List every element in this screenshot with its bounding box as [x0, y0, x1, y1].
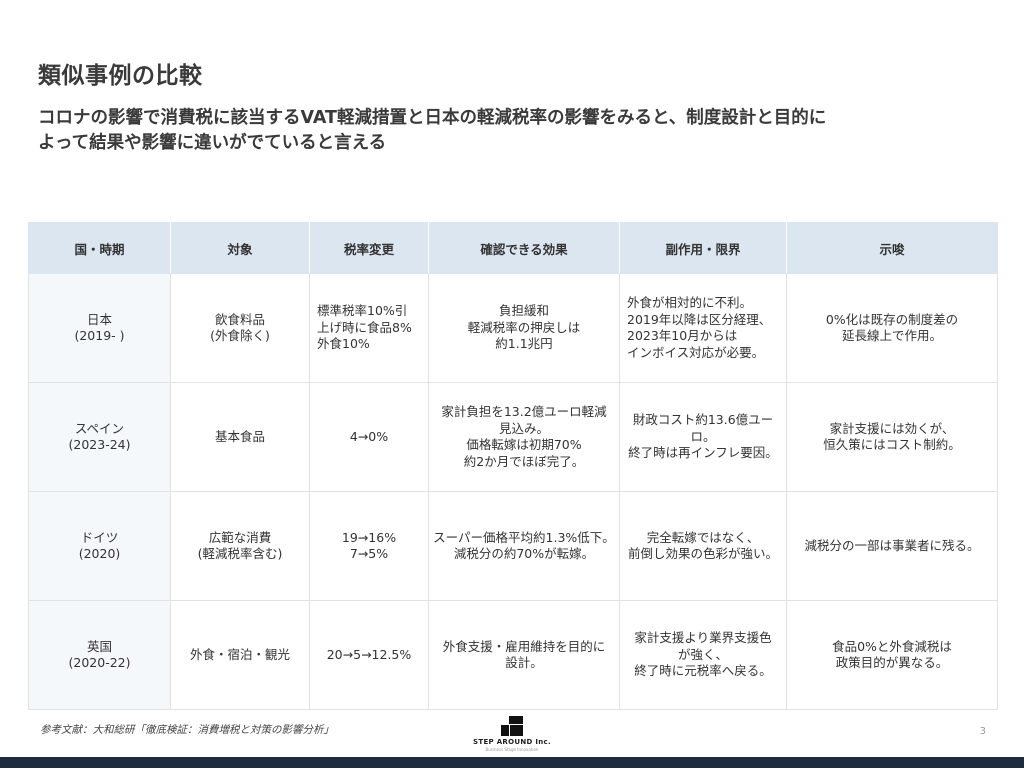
- cell-line: 2019年以降は区分経理、: [627, 311, 772, 327]
- column-header: 副作用・限界: [619, 222, 787, 274]
- table-row: 英国 (2020-22) 外食・宿泊・観光 20→5→12.5% 外食支援・雇用維持を目…: [28, 600, 998, 710]
- cell-line: 上げ時に食品8%: [317, 319, 412, 335]
- cell-line: 外食支援・雇用維持を目的に: [442, 638, 606, 654]
- cell-line: 減税分の約70%が転嫁。: [453, 546, 595, 561]
- cell-line: 設計。: [505, 655, 543, 670]
- logo-text: STEP AROUND Inc.: [473, 738, 551, 746]
- column-header: 示唆: [786, 222, 998, 274]
- cell-line: 標準税率10%引: [317, 303, 408, 319]
- cell-line: 約1.1兆円: [495, 336, 553, 352]
- cell-line: 家計支援には効くが、: [829, 420, 955, 436]
- cell-line: 19→16%: [341, 529, 397, 545]
- cell-line: 外食10%: [317, 336, 370, 352]
- cell-line: ドイツ: [80, 529, 119, 545]
- column-header: 対象: [170, 222, 310, 274]
- target-cell: 飲食料品 (外食除く): [170, 273, 310, 383]
- slide-subtitle: コロナの影響で消費税に該当するVAT軽減措置と日本の軽減税率の影響をみると、制度…: [38, 106, 988, 156]
- cell-line: スペイン: [74, 420, 125, 436]
- implication-cell: 食品0%と外食減税は 政策目的が異なる。: [786, 600, 998, 710]
- bottom-bar: [0, 757, 1024, 768]
- table-row: ドイツ (2020) 広範な消費 (軽減税率含む) 19→16% 7→5% スーパー価格平均…: [28, 491, 998, 601]
- implication-cell: 減税分の一部は事業者に残る。: [786, 491, 998, 601]
- cell-line: 外食・宿泊・観光: [189, 646, 290, 662]
- cell-line: 軽減税率の押戻しは: [467, 319, 581, 335]
- country-cell: 日本 (2019- ): [28, 273, 171, 383]
- cell-line: 家計支援より業界支援色: [634, 630, 772, 646]
- rate-cell: 19→16% 7→5%: [309, 491, 429, 601]
- cell-line: 20→5→12.5%: [326, 646, 412, 662]
- subtitle-line: コロナの影響で消費税に該当するVAT軽減措置と日本の軽減税率の影響をみると、制度…: [38, 108, 827, 128]
- column-header: 国・時期: [28, 222, 171, 274]
- cell-line: 前倒し効果の色彩が強い。: [627, 546, 778, 561]
- cell-line: 完全転嫁ではなく、: [646, 529, 760, 545]
- rate-cell: 標準税率10%引 上げ時に食品8% 外食10%: [309, 273, 429, 383]
- cell-line: 飲食料品: [214, 311, 265, 327]
- country-cell: 英国 (2020-22): [28, 600, 171, 710]
- target-cell: 外食・宿泊・観光: [170, 600, 310, 710]
- cell-line: (軽減税率含む): [197, 546, 283, 561]
- step-logo-icon: [501, 716, 523, 736]
- cell-line: (2023-24): [68, 437, 131, 452]
- cell-line: 見込み。: [498, 420, 549, 436]
- cell-line: 基本食品: [214, 428, 265, 444]
- column-header: 税率変更: [309, 222, 429, 274]
- side-effect-cell: 完全転嫁ではなく、 前倒し効果の色彩が強い。: [619, 491, 787, 601]
- cell-line: 財政コスト約13.6億ユーロ。: [632, 412, 774, 444]
- country-cell: ドイツ (2020): [28, 491, 171, 601]
- cell-line: 延長線上で作用。: [841, 328, 942, 343]
- cell-line: 7→5%: [349, 546, 389, 561]
- table-header-row: 国・時期 対象 税率変更 確認できる効果 副作用・限界 示唆: [28, 222, 998, 274]
- subtitle-line: よって結果や影響に違いがでていると言える: [38, 133, 387, 153]
- cell-line: が強く、: [677, 646, 728, 662]
- cell-line: 恒久策にはコスト制約。: [823, 437, 961, 452]
- cell-line: (2019- ): [74, 328, 125, 343]
- side-effect-cell: 外食が相対的に不利。 2019年以降は区分経理、 2023年10月からは インボイス対…: [619, 273, 787, 383]
- cell-line: インボイス対応が必要。: [627, 344, 765, 360]
- cell-line: (2020-22): [68, 655, 131, 670]
- cell-line: 終了時に元税率へ戻る。: [634, 663, 772, 679]
- target-cell: 広範な消費 (軽減税率含む): [170, 491, 310, 601]
- slide-title: 類似事例の比較: [38, 63, 203, 89]
- cell-line: 食品0%と外食減税は: [832, 638, 952, 654]
- effect-cell: 負担緩和 軽減税率の押戻しは 約1.1兆円: [428, 273, 620, 383]
- table-body: 日本 (2019- ) 飲食料品 (外食除く) 標準税率10%引 上げ時に食品8% 外食10…: [28, 273, 998, 710]
- logo-tagline: Business Stage Innovation: [485, 747, 539, 752]
- cell-line: 価格転嫁は初期70%: [466, 437, 582, 452]
- page-number: 3: [979, 726, 986, 737]
- cell-line: 政策目的が異なる。: [835, 655, 949, 670]
- country-cell: スペイン (2023-24): [28, 382, 171, 492]
- effect-cell: 外食支援・雇用維持を目的に 設計。: [428, 600, 620, 710]
- target-cell: 基本食品: [170, 382, 310, 492]
- side-effect-cell: 家計支援より業界支援色 が強く、 終了時に元税率へ戻る。: [619, 600, 787, 710]
- reference-note: 参考文献：大和総研「徹底検証：消費増税と対策の影響分析」: [40, 724, 334, 736]
- side-effect-cell: 財政コスト約13.6億ユーロ。 終了時は再インフレ要因。: [619, 382, 787, 492]
- cell-line: 広範な消費: [208, 529, 272, 545]
- implication-cell: 家計支援には効くが、 恒久策にはコスト制約。: [786, 382, 998, 492]
- cell-line: 2023年10月からは: [627, 328, 738, 343]
- cell-line: 家計負担を13.2億ユーロ軽減: [441, 404, 607, 419]
- company-logo: STEP AROUND Inc. Business Stage Innovati…: [470, 716, 554, 752]
- cell-line: (2020): [78, 546, 121, 561]
- effect-cell: 家計負担を13.2億ユーロ軽減 見込み。 価格転嫁は初期70% 約2か月でほぼ完了。: [428, 382, 620, 492]
- cell-line: 英国: [86, 638, 112, 654]
- cell-line: 負担緩和: [498, 303, 549, 319]
- cell-line: 4→0%: [349, 428, 389, 444]
- cell-line: 終了時は再インフレ要因。: [628, 445, 778, 461]
- effect-cell: スーパー価格平均約1.3%低下。 減税分の約70%が転嫁。: [428, 491, 620, 601]
- table-row: スペイン (2023-24) 基本食品 4→0% 家計負担を13.2億ユーロ軽減 見込み。…: [28, 382, 998, 492]
- cell-line: 減税分の一部は事業者に残る。: [804, 537, 980, 553]
- column-header: 確認できる効果: [428, 222, 620, 274]
- cell-line: 日本: [86, 311, 112, 327]
- cell-line: 約2か月でほぼ完了。: [463, 453, 585, 469]
- rate-cell: 20→5→12.5%: [309, 600, 429, 710]
- table-row: 日本 (2019- ) 飲食料品 (外食除く) 標準税率10%引 上げ時に食品8% 外食10…: [28, 273, 998, 383]
- cell-line: スーパー価格平均約1.3%低下。: [433, 529, 615, 545]
- cell-line: 0%化は既存の制度差の: [825, 311, 959, 327]
- implication-cell: 0%化は既存の制度差の 延長線上で作用。: [786, 273, 998, 383]
- comparison-table: 国・時期 対象 税率変更 確認できる効果 副作用・限界 示唆 日本 (2019- …: [28, 222, 998, 710]
- cell-line: 外食が相対的に不利。: [627, 295, 753, 310]
- rate-cell: 4→0%: [309, 382, 429, 492]
- cell-line: (外食除く): [210, 328, 270, 343]
